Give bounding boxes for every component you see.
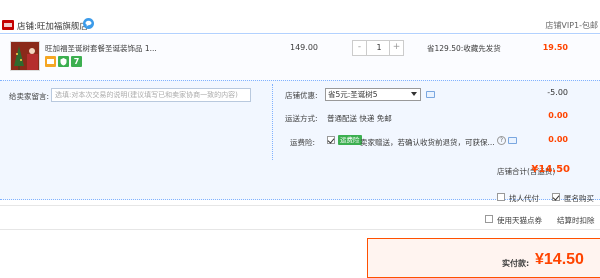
settle-time-label: 结算时扣除: [557, 216, 595, 225]
store-name[interactable]: 店铺:旺加福旗舰店: [17, 20, 88, 32]
store-vip-text: 店铺VIP1-包邮: [545, 21, 598, 30]
divider: [0, 229, 600, 230]
insurance-value: 0.00: [548, 135, 568, 144]
discount-value: -5.00: [547, 88, 568, 97]
item-promo-text: 省129.50:收藏先发货: [427, 44, 501, 53]
item-title[interactable]: 旺加福圣诞树套餐圣诞装饰品 1...: [45, 43, 157, 54]
chevron-down-icon: [411, 92, 417, 96]
coupon-label: 使用天猫点券: [497, 216, 542, 225]
shipping-value: 0.00: [548, 111, 568, 120]
message-label: 给卖家留言:: [9, 92, 50, 101]
final-payment-label: 实付款:: [502, 259, 530, 268]
item-thumbnail[interactable]: [10, 41, 40, 71]
store-logo-icon: [2, 20, 14, 30]
discount-selected-value: 省5元:圣诞树5: [328, 90, 378, 99]
discount-comment-icon[interactable]: [426, 91, 435, 98]
shield-icon: [58, 56, 69, 67]
pay-for-other-checkbox[interactable]: [497, 193, 505, 201]
coupon-checkbox[interactable]: [485, 215, 493, 223]
insurance-badge: 运费险: [338, 135, 362, 145]
shipping-label: 运送方式:: [285, 114, 318, 123]
chat-icon[interactable]: [83, 18, 94, 29]
discount-label: 店铺优惠:: [285, 91, 318, 100]
store-header: 店铺:旺加福旗舰店 店铺VIP1-包邮: [0, 0, 600, 34]
options-divider: [272, 84, 273, 160]
pay-for-other-label: 找人代付: [509, 194, 539, 203]
divider: [0, 205, 600, 206]
message-input[interactable]: 选填:对本次交易的说明(建议填写已和卖家协商一致的内容): [51, 88, 251, 102]
anonymous-checkbox[interactable]: [552, 193, 560, 201]
store-name-link[interactable]: 旺加福旗舰店: [37, 22, 88, 32]
item-subtotal: 19.50: [542, 43, 568, 52]
quantity-input[interactable]: 1: [367, 41, 391, 55]
anonymous-label: 匿名购买: [564, 194, 594, 203]
shipping-method-text: 普通配送 快递 免邮: [327, 114, 392, 123]
unit-price: 149.00: [290, 43, 318, 52]
store-label: 店铺:: [17, 22, 37, 32]
card-icon: [45, 56, 56, 67]
quantity-decrease-button[interactable]: -: [353, 41, 367, 55]
seven-day-return-badge: 7: [71, 56, 82, 67]
help-icon[interactable]: ?: [497, 136, 506, 145]
quantity-stepper: - 1 +: [352, 40, 404, 56]
insurance-checkbox[interactable]: [327, 136, 335, 144]
insurance-label: 运费险:: [290, 138, 316, 147]
final-payment-value: ¥14.50: [535, 251, 584, 268]
quantity-increase-button[interactable]: +: [389, 41, 403, 55]
insurance-text: 卖家赠送，若确认收货前退货，可获保...: [360, 138, 495, 147]
insurance-comment-icon[interactable]: [508, 137, 517, 144]
discount-select[interactable]: 省5元:圣诞树5: [325, 88, 421, 101]
store-total-value: ¥14.50: [531, 164, 570, 175]
cart-item-row: 旺加福圣诞树套餐圣诞装饰品 1... 7 149.00 - 1 + 省129.5…: [0, 35, 600, 87]
